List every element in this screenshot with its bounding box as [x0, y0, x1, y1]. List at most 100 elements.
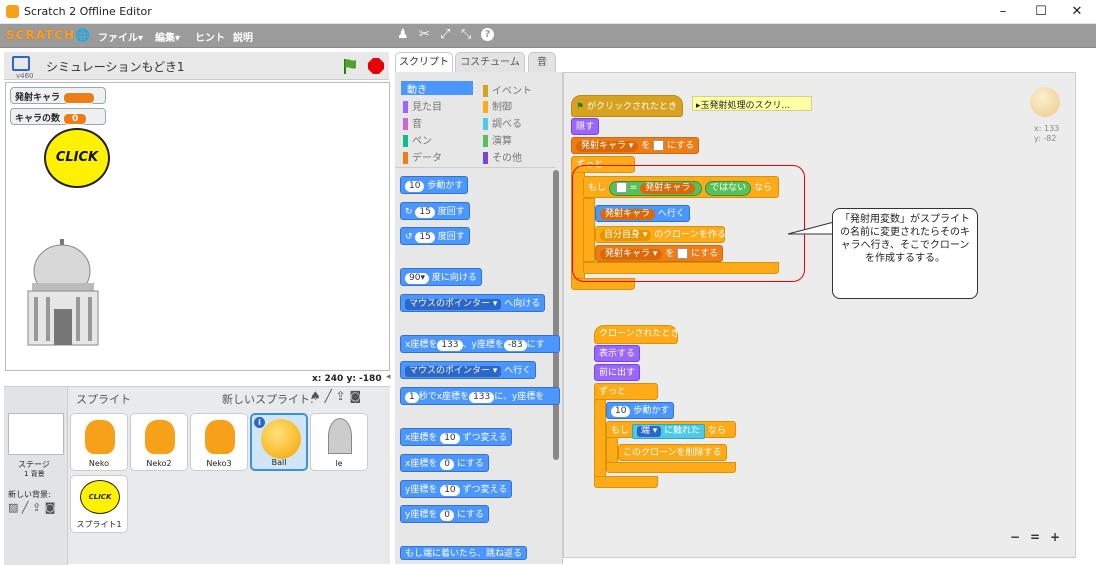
- sprite-thumb-sprite1[interactable]: CLICK スプライト1: [70, 475, 128, 533]
- block-set-y[interactable]: y座標を 0 にする: [400, 505, 489, 523]
- callout-text: 「発射用変数」がスプライトの名前に変更されたらそのキャラへ行き、そこでクローンを…: [832, 208, 978, 299]
- duplicate-icon[interactable]: ♟: [397, 27, 409, 42]
- palette-scrollbar[interactable]: [553, 170, 559, 460]
- menu-tips[interactable]: ヒント: [195, 29, 225, 44]
- menu-edit[interactable]: 編集▾: [155, 29, 180, 44]
- project-title-input[interactable]: シミュレーションもどき1: [46, 58, 185, 75]
- block-glide[interactable]: 1 秒でx座標を 133 に、y座標を: [400, 387, 560, 405]
- grow-icon[interactable]: ⤢: [440, 27, 450, 42]
- monitor-label: キャラの数: [15, 114, 61, 124]
- current-sprite-preview: [1030, 87, 1060, 117]
- hat-when-cloned[interactable]: クローンされたとき: [594, 325, 680, 344]
- title-bar: Scratch 2 Offline Editor – ☐ ✕: [0, 0, 1096, 24]
- block-if-2[interactable]: もし 端 ▾ に触れた なら: [606, 421, 736, 439]
- block-bounce[interactable]: もし端に着いたら、跳ね返る: [400, 546, 528, 560]
- category-motion[interactable]: 動き: [401, 81, 473, 96]
- sprite-thumb-neko2[interactable]: Neko2: [130, 413, 188, 471]
- category-sound[interactable]: 音: [399, 115, 422, 130]
- menu-file[interactable]: ファイル▾: [98, 29, 143, 44]
- category-pen[interactable]: ペン: [399, 132, 432, 147]
- click-sprite[interactable]: CLICK: [44, 128, 110, 188]
- cat-icon: [145, 420, 175, 454]
- shrink-icon[interactable]: ⤡: [461, 27, 471, 42]
- scratch-logo[interactable]: SCRATCH: [6, 28, 75, 42]
- block-set-variable[interactable]: 発射キャラ ▾ を にする: [571, 137, 700, 154]
- category-control[interactable]: 制御: [479, 98, 512, 113]
- category-events[interactable]: イベント: [479, 82, 532, 97]
- cut-icon[interactable]: ✂: [419, 27, 430, 42]
- zoom-out-icon[interactable]: −: [1010, 530, 1020, 544]
- if2-body: [606, 437, 618, 465]
- cat-icon: [205, 420, 235, 454]
- block-show[interactable]: 表示する: [594, 345, 641, 362]
- block-turn-left[interactable]: ↺ 15 度回す: [400, 227, 470, 245]
- new-sprite-tools-icon[interactable]: ♠ ╱ ⇪ ◙: [310, 389, 361, 403]
- monitor-label: 発射キャラ: [15, 93, 61, 103]
- green-flag-icon: ⚑: [576, 102, 585, 112]
- sprite-thumb-ball[interactable]: i Ball: [250, 413, 308, 471]
- sprite-thumb-neko[interactable]: Neko: [70, 413, 128, 471]
- block-go-front[interactable]: 前に出す: [594, 364, 641, 381]
- ball-icon: [261, 419, 301, 459]
- help-icon[interactable]: ?: [481, 28, 494, 41]
- divider: [395, 167, 555, 168]
- callout-pointer: [787, 221, 835, 235]
- building-sprite[interactable]: [24, 239, 102, 347]
- building-icon: [328, 418, 352, 454]
- block-change-y[interactable]: y座標を 10 ずつ変える: [400, 480, 513, 498]
- block-point-towards[interactable]: マウスのポインター ▾ へ向ける: [400, 294, 546, 312]
- forever2-end: [594, 476, 658, 488]
- window-title: Scratch 2 Offline Editor: [24, 5, 152, 18]
- block-goto[interactable]: マウスのポインター ▾ へ行く: [400, 361, 537, 379]
- tab-sounds[interactable]: 音: [528, 52, 556, 72]
- globe-icon[interactable]: 🌐: [75, 28, 90, 42]
- monitor-launch-sprite[interactable]: 発射キャラ: [10, 87, 106, 104]
- block-change-x[interactable]: x座標を 10 ずつ変える: [400, 428, 513, 446]
- menu-about[interactable]: 説明: [233, 29, 253, 44]
- block-hide[interactable]: 隠す: [571, 118, 600, 135]
- close-button[interactable]: ✕: [1054, 0, 1096, 24]
- stage-thumbnail[interactable]: [8, 413, 64, 455]
- block-turn-right[interactable]: ↻ 15 度回す: [400, 202, 470, 220]
- hat-green-flag-clicked[interactable]: ⚑ がクリックされたとき: [571, 95, 683, 117]
- block-point-direction[interactable]: 90▾ 度に向ける: [400, 268, 482, 286]
- block-goto-xy[interactable]: x座標を 133 、y座標を -83 にす: [400, 335, 560, 353]
- zoom-in-icon[interactable]: +: [1050, 530, 1060, 544]
- sprite-y: y: -82: [1034, 134, 1057, 143]
- block-forever-2[interactable]: ずっと: [594, 383, 658, 400]
- category-more[interactable]: その他: [479, 149, 522, 164]
- backdrop-tools-icon[interactable]: ▨ ╱ ⇪ ◙: [8, 501, 55, 514]
- tab-scripts[interactable]: スクリプト: [395, 52, 453, 72]
- sprite-pane: ステージ 1 背景 新しい背景: ▨ ╱ ⇪ ◙ スプライト 新しいスプライト:…: [4, 386, 390, 565]
- tab-costumes[interactable]: コスチューム: [455, 52, 525, 72]
- monitor-sprite-count[interactable]: キャラの数 0: [10, 108, 106, 125]
- info-icon[interactable]: i: [254, 417, 265, 428]
- collapse-arrow-icon[interactable]: ◂: [386, 372, 391, 382]
- new-backdrop-label: 新しい背景:: [8, 490, 51, 499]
- backdrop-count: 1 背景: [24, 470, 45, 478]
- forever2-body: [594, 399, 606, 479]
- stop-icon[interactable]: [368, 58, 384, 74]
- sprite-thumb-neko3[interactable]: Neko3: [190, 413, 248, 471]
- monitor-value: 0: [63, 112, 88, 125]
- sprite-thumb-le[interactable]: le: [310, 413, 368, 471]
- category-sensing[interactable]: 調べる: [479, 115, 522, 130]
- fullscreen-icon[interactable]: [12, 56, 30, 71]
- category-operators[interactable]: 演算: [479, 132, 512, 147]
- sprite-x: x: 133: [1034, 124, 1060, 133]
- block-move-2[interactable]: 10 歩動かす: [606, 402, 675, 419]
- menu-bar: SCRATCH 🌐 ファイル▾ 編集▾ ヒント 説明 ♟ ✂ ⤢ ⤡ ?: [0, 24, 1096, 48]
- click-icon: CLICK: [80, 480, 120, 514]
- category-data[interactable]: データ: [399, 149, 442, 164]
- green-flag-icon[interactable]: [342, 58, 356, 74]
- version-label: v460: [16, 72, 34, 80]
- monitor-value: [63, 91, 96, 104]
- zoom-reset-icon[interactable]: =: [1030, 530, 1040, 544]
- category-looks[interactable]: 見た目: [399, 98, 442, 113]
- stage[interactable]: 発射キャラ キャラの数 0 CLICK: [5, 82, 390, 371]
- block-move-steps[interactable]: 10 歩動かす: [400, 176, 469, 194]
- comment-note[interactable]: ▸玉発射処理のスクリ...: [692, 96, 812, 111]
- block-set-x[interactable]: x座標を 0 にする: [400, 454, 489, 472]
- block-delete-clone[interactable]: このクローンを削除する: [618, 444, 727, 461]
- if2-end: [606, 462, 736, 473]
